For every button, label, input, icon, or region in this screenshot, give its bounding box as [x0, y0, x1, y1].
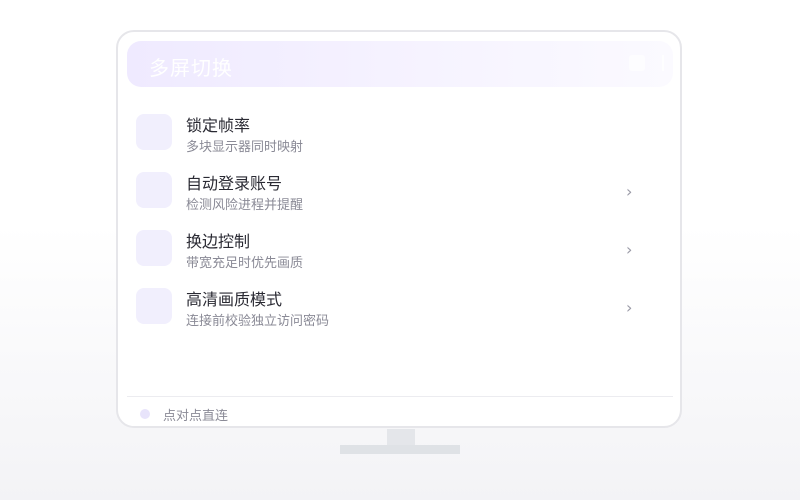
menu-item-subtitle: 多块显示器同时映射 [186, 140, 304, 155]
menu-item-subtitle: 连接前校验独立访问密码 [186, 314, 330, 329]
header-title: 多屏切换 [149, 56, 233, 80]
chevron-right-icon: › [626, 182, 633, 201]
menu-item-auto-login[interactable]: 自动登录账号 检测风险进程并提醒 › [136, 170, 656, 220]
monitor-screen: 多屏切换 锁定帧率 多块显示器同时映射 自动登录账号 检测风险进程并提醒 › 换… [116, 30, 682, 428]
menu-item-hd-quality[interactable]: 高清画质模式 连接前校验独立访问密码 › [136, 286, 656, 336]
menu-item-subtitle: 带宽充足时优先画质 [186, 256, 304, 271]
menu-item-side-switch[interactable]: 换边控制 带宽充足时优先画质 › [136, 228, 656, 278]
menu-item-title: 自动登录账号 [186, 174, 283, 193]
header-divider [662, 55, 664, 71]
auto-login-icon [136, 172, 172, 208]
side-switch-icon [136, 230, 172, 266]
status-dot-icon [140, 409, 150, 419]
menu-item-title: 高清画质模式 [186, 290, 283, 309]
header-control-icon [629, 55, 645, 71]
chevron-right-icon: › [626, 298, 633, 317]
header-bar: 多屏切换 [127, 41, 673, 87]
menu-item-title: 换边控制 [186, 232, 251, 251]
lock-framerate-icon [136, 114, 172, 150]
connection-status: 点对点直连 [163, 409, 229, 424]
chevron-right-icon: › [626, 240, 633, 259]
footer-divider [127, 396, 673, 397]
menu-item-lock-framerate[interactable]: 锁定帧率 多块显示器同时映射 [136, 112, 656, 162]
menu-item-subtitle: 检测风险进程并提醒 [186, 198, 304, 213]
menu-item-title: 锁定帧率 [186, 116, 251, 135]
monitor-stand-base [340, 445, 460, 454]
hd-quality-icon [136, 288, 172, 324]
